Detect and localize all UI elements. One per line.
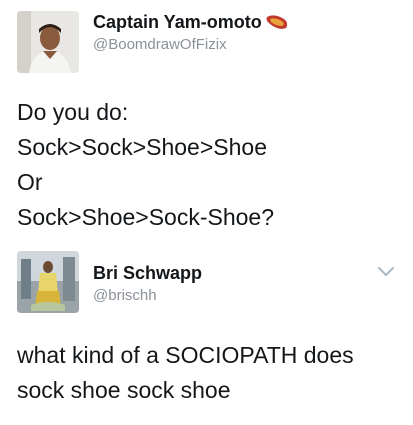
tweet-1-line: Do you do: [17,99,129,125]
tweet-2-header: Bri Schwapp @brischh [17,251,202,313]
display-name-text: Bri Schwapp [93,263,203,283]
tweet-1-line: Sock>Shoe>Sock-Shoe? [17,204,275,230]
user-photo [17,11,79,73]
tweet-1-text: Do you do: Sock>Sock>Shoe>Shoe Or Sock>S… [17,95,274,235]
display-name[interactable]: Bri Schwapp [93,262,202,284]
tweet-1-line: Or [17,169,43,195]
tweet-1-header: Captain Yam-omoto @BoomdrawOfFizix [17,11,290,73]
tweet-2-line: what kind of a SOCIOPATH does [17,342,354,368]
avatar[interactable] [17,251,79,313]
display-name-text: Captain Yam-omoto [93,12,262,32]
handle[interactable]: @BoomdrawOfFizix [93,35,290,55]
avatar[interactable] [17,11,79,73]
tweet-2-line: sock shoe sock shoe [17,377,231,403]
display-name[interactable]: Captain Yam-omoto [93,11,290,33]
tweet-1-line: Sock>Sock>Shoe>Shoe [17,134,267,160]
user-photo [17,251,79,313]
chevron-down-icon[interactable] [377,266,395,278]
handle[interactable]: @brischh [93,286,202,306]
sweet-potato-icon [264,13,290,31]
tweet-2-text: what kind of a SOCIOPATH does sock shoe … [17,338,354,408]
